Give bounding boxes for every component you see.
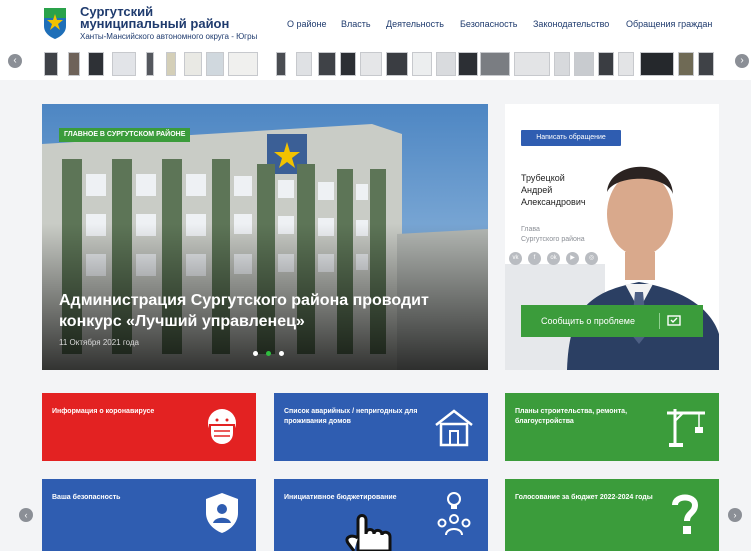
tile-initiative-budgeting-label: Инициативное бюджетирование [284,494,397,501]
award-thumb[interactable] [514,52,550,76]
nav-item-activity[interactable]: Деятельность [386,19,444,29]
award-thumb[interactable] [318,52,336,76]
write-appeal-button[interactable]: Написать обращение [521,130,621,146]
vk-icon[interactable]: vk [509,252,522,265]
head-role-line1: Глава [521,226,540,233]
tiles-prev-button[interactable]: ‹ [19,508,33,522]
head-role-line2: Сургутского района [521,236,585,243]
instagram-icon[interactable]: ◎ [585,252,598,265]
award-thumb[interactable] [554,52,570,76]
award-thumb[interactable] [146,52,154,76]
award-thumb[interactable] [618,52,634,76]
youtube-icon[interactable]: ▶ [566,252,579,265]
tile-budget-vote[interactable]: Голосование за бюджет 2022-2024 годы [505,479,719,551]
slider-dot-active[interactable] [266,351,271,356]
shield-icon [206,493,238,533]
tile-construction-plans-label: Планы строительства, ремонта, благоустро… [515,408,628,425]
report-problem-label: Сообщить о проблеме [541,316,635,326]
award-thumb[interactable] [574,52,594,76]
report-message-icon [667,315,681,326]
award-thumb[interactable] [206,52,224,76]
house-icon [435,409,473,447]
nav-item-appeals[interactable]: Обращения граждан [626,19,712,29]
strip-next-button[interactable]: › [735,54,749,68]
head-first-name: Андрей [521,185,553,195]
tile-coronavirus-label: Информация о коронавирусе [52,408,155,415]
logo-emblem-icon[interactable] [42,6,68,40]
odnoklassniki-icon[interactable]: f [528,252,541,265]
head-surname: Трубецкой [521,173,565,183]
site-header: Сургутский муниципальный район Ханты-Ман… [0,0,751,50]
tile-your-safety-label: Ваша безопасность [52,494,121,501]
hero-category-badge[interactable]: ГЛАВНОЕ В СУРГУТСКОМ РАЙОНЕ [59,128,191,142]
award-thumb[interactable] [678,52,694,76]
nav-item-legislation[interactable]: Законодательство [533,19,609,29]
award-thumb[interactable] [296,52,312,76]
head-name[interactable]: Трубецкой Андрей Александрович [521,172,586,208]
tile-emergency-housing-label: Список аварийных / непригодных для прожи… [284,408,418,425]
head-patronymic: Александрович [521,197,586,207]
award-thumb[interactable] [360,52,382,76]
award-thumb[interactable] [480,52,510,76]
award-thumb[interactable] [386,52,408,76]
tile-budget-vote-label: Голосование за бюджет 2022-2024 годы [515,494,653,501]
nav-item-safety[interactable]: Безопасность [460,19,517,29]
award-thumb[interactable] [598,52,614,76]
slider-dot[interactable] [279,351,284,356]
idea-people-icon [437,492,471,536]
mask-icon [208,409,236,447]
award-thumb[interactable] [276,52,286,76]
nav-item-about[interactable]: О районе [287,19,327,29]
award-thumb[interactable] [68,52,80,76]
site-subtitle: Ханты-Мансийского автономного округа - Ю… [80,32,258,41]
award-thumb[interactable] [436,52,456,76]
award-thumb[interactable] [184,52,202,76]
hero-date: 11 Октября 2021 года [59,338,139,347]
site-title-line2: муниципальный район [80,16,230,31]
tile-construction-plans[interactable]: Планы строительства, ремонта, благоустро… [505,393,719,461]
head-role: Глава Сургутского района [521,225,585,245]
report-divider [659,313,660,329]
crane-icon [667,409,705,447]
award-thumb[interactable] [698,52,714,76]
award-thumb[interactable] [340,52,356,76]
slider-dot[interactable] [253,351,258,356]
ok-icon[interactable]: ok [547,252,560,265]
hero-title[interactable]: Администрация Сургутского района проводи… [59,290,479,332]
tiles-next-button[interactable]: › [728,508,742,522]
award-thumb[interactable] [88,52,104,76]
award-thumb[interactable] [166,52,176,76]
award-thumb[interactable] [112,52,136,76]
slider-dots [253,343,292,361]
question-icon [672,494,699,534]
nav-item-government[interactable]: Власть [341,19,371,29]
tile-emergency-housing[interactable]: Список аварийных / непригодных для прожи… [274,393,488,461]
site-title[interactable]: Сургутский муниципальный район [80,5,230,31]
tile-your-safety[interactable]: Ваша безопасность [42,479,256,551]
tile-coronavirus[interactable]: Информация о коронавирусе [42,393,256,461]
award-thumb[interactable] [44,52,58,76]
hand-cursor-icon [345,514,392,551]
award-thumb[interactable] [640,52,674,76]
award-thumb[interactable] [412,52,432,76]
award-thumb[interactable] [458,52,478,76]
strip-prev-button[interactable]: ‹ [8,54,22,68]
award-thumb[interactable] [228,52,258,76]
